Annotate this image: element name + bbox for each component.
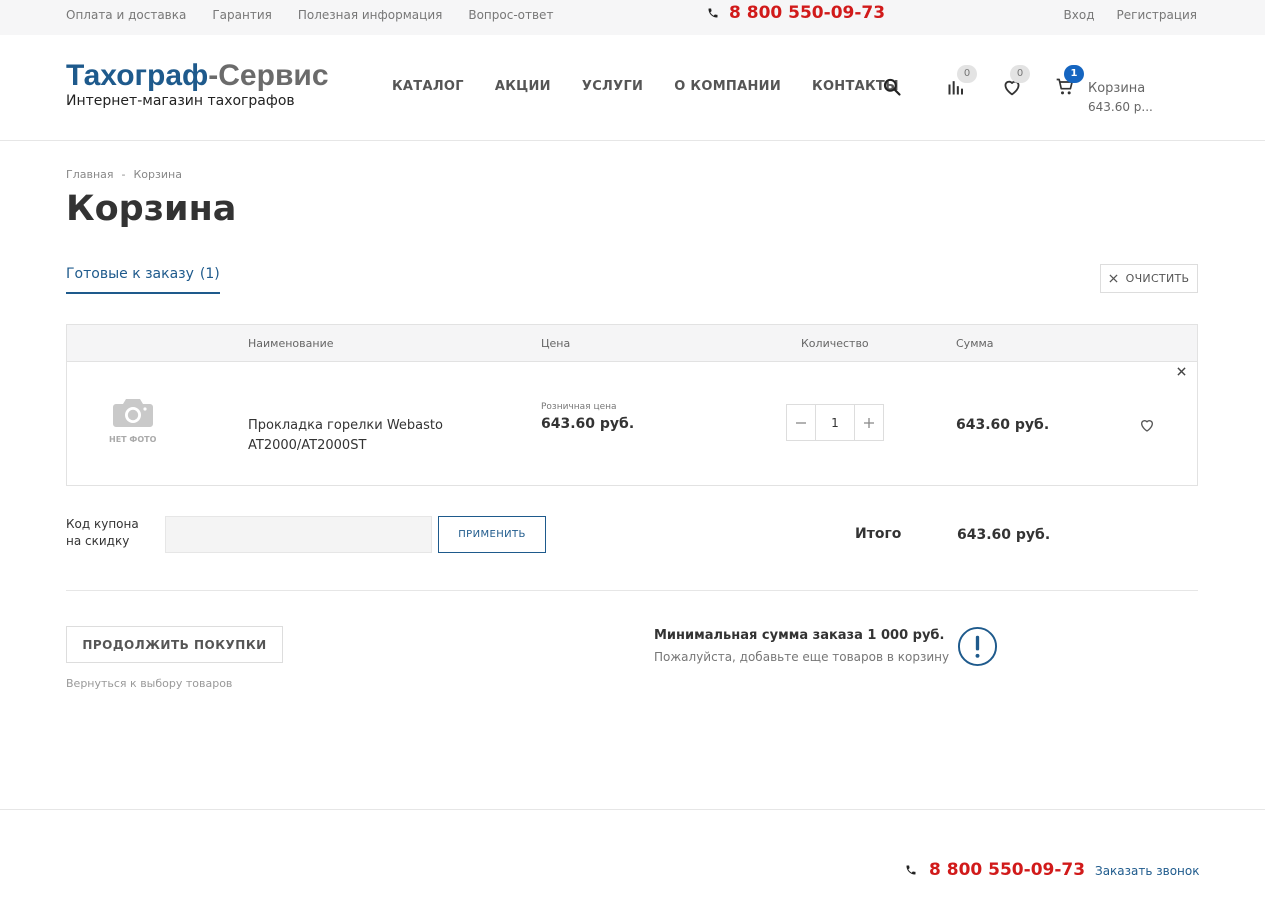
register-link[interactable]: Регистрация (1117, 8, 1197, 22)
plus-icon (864, 417, 874, 428)
product-name[interactable]: Прокладка горелки Webasto AT2000/AT2000S… (248, 416, 468, 456)
phone-icon (906, 865, 916, 875)
qty-minus-button[interactable] (787, 405, 815, 440)
close-icon[interactable] (1177, 367, 1186, 376)
top-phone-number[interactable]: 8 800 550-09-73 (729, 3, 885, 23)
qty-input[interactable]: 1 (815, 405, 855, 440)
top-bar: Оплата и доставка Гарантия Полезная инфо… (0, 0, 1265, 35)
min-order-title: Минимальная сумма заказа 1 000 руб. (654, 628, 945, 643)
top-auth: Вход Регистрация (1064, 0, 1197, 30)
clear-cart-label: ОЧИСТИТЬ (1125, 272, 1190, 285)
camera-icon (112, 399, 153, 427)
total-label: Итого (855, 526, 902, 542)
footer-phone[interactable]: 8 800 550-09-73 (905, 860, 1085, 880)
top-link-warranty[interactable]: Гарантия (212, 8, 272, 22)
phone-icon (708, 8, 718, 18)
tab-ready-label: Готовые к заказу (66, 266, 194, 282)
quantity-stepper: 1 (786, 404, 884, 441)
coupon-input[interactable] (165, 516, 432, 553)
min-order-subtitle: Пожалуйста, добавьте еще товаров в корзи… (654, 650, 950, 664)
nav-catalog[interactable]: КАТАЛОГ (392, 79, 464, 94)
header-sum: Сумма (956, 337, 994, 350)
price-label: Розничная цена (541, 402, 617, 412)
top-link-faq[interactable]: Вопрос-ответ (468, 8, 553, 22)
logo-title: Тахограф-Сервис (66, 59, 329, 93)
clear-cart-button[interactable]: ОЧИСТИТЬ (1100, 264, 1198, 293)
header-price: Цена (541, 337, 571, 350)
no-photo-placeholder: НЕТ ФОТО (109, 395, 156, 444)
logo-subtitle: Интернет-магазин тахографов (66, 93, 295, 109)
nav-about[interactable]: О КОМПАНИИ (674, 79, 781, 94)
cart-table-header: Наименование Цена Количество Сумма (67, 325, 1197, 362)
continue-hint: Вернуться к выбору товаров (66, 677, 233, 690)
total-value: 643.60 руб. (957, 527, 1051, 543)
exclamation-circle-icon (957, 626, 998, 667)
close-icon (1109, 274, 1118, 283)
top-link-info[interactable]: Полезная информация (298, 8, 443, 22)
search-icon[interactable] (882, 77, 902, 97)
nav-services[interactable]: УСЛУГИ (582, 79, 643, 94)
header-name: Наименование (248, 337, 334, 350)
cart-count-badge: 1 (1064, 65, 1084, 83)
logo-part1: Тахограф (66, 59, 209, 92)
page-title: Корзина (66, 189, 237, 229)
logo[interactable]: Тахограф-Сервис Интернет-магазин тахогра… (66, 59, 329, 109)
top-nav: Оплата и доставка Гарантия Полезная инфо… (66, 0, 553, 30)
logo-part2: -Сервис (208, 59, 329, 92)
callback-link[interactable]: Заказать звонок (1095, 864, 1200, 878)
header-cart-label: Корзина (1088, 81, 1146, 96)
login-link[interactable]: Вход (1064, 8, 1095, 22)
table-row: НЕТ ФОТО Прокладка горелки Webasto AT200… (67, 362, 1197, 485)
coupon-label: Код купона на скидку (66, 516, 139, 550)
top-phone[interactable]: 8 800 550-09-73 (707, 3, 885, 23)
site-header: Тахограф-Сервис Интернет-магазин тахогра… (0, 35, 1265, 141)
breadcrumb: Главная - Корзина (66, 168, 182, 181)
breadcrumb-home[interactable]: Главная (66, 168, 114, 181)
heart-icon[interactable] (1139, 417, 1155, 433)
breadcrumb-current: Корзина (133, 168, 182, 181)
compare-count-badge: 0 (957, 65, 977, 83)
footer-phone-number[interactable]: 8 800 550-09-73 (929, 860, 1085, 880)
tab-ready-count: (1) (199, 266, 220, 282)
cart-table: Наименование Цена Количество Сумма НЕТ Ф… (66, 324, 1198, 486)
top-link-delivery[interactable]: Оплата и доставка (66, 8, 186, 22)
row-sum: 643.60 руб. (956, 417, 1050, 433)
apply-coupon-button[interactable]: ПРИМЕНИТЬ (438, 516, 546, 553)
divider (66, 590, 1198, 591)
coupon-label-line1: Код купона (66, 517, 139, 531)
footer-divider (0, 809, 1265, 810)
header-qty: Количество (801, 337, 869, 350)
header-cart-info[interactable]: Корзина 643.60 р... (1088, 80, 1153, 116)
continue-shopping-button[interactable]: ПРОДОЛЖИТЬ ПОКУПКИ (66, 626, 283, 663)
tab-ready-to-order[interactable]: Готовые к заказу (1) (66, 266, 220, 294)
minus-icon (796, 421, 806, 424)
price-value: 643.60 руб. (541, 416, 635, 432)
main-nav: КАТАЛОГ АКЦИИ УСЛУГИ О КОМПАНИИ КОНТАКТЫ (392, 79, 899, 94)
header-cart-sum: 643.60 р... (1088, 100, 1153, 114)
nav-promotions[interactable]: АКЦИИ (495, 79, 551, 94)
breadcrumb-separator: - (121, 168, 126, 181)
favorites-count-badge: 0 (1010, 65, 1030, 83)
no-photo-label: НЕТ ФОТО (109, 435, 157, 444)
coupon-label-line2: на скидку (66, 534, 130, 548)
qty-plus-button[interactable] (855, 405, 883, 440)
